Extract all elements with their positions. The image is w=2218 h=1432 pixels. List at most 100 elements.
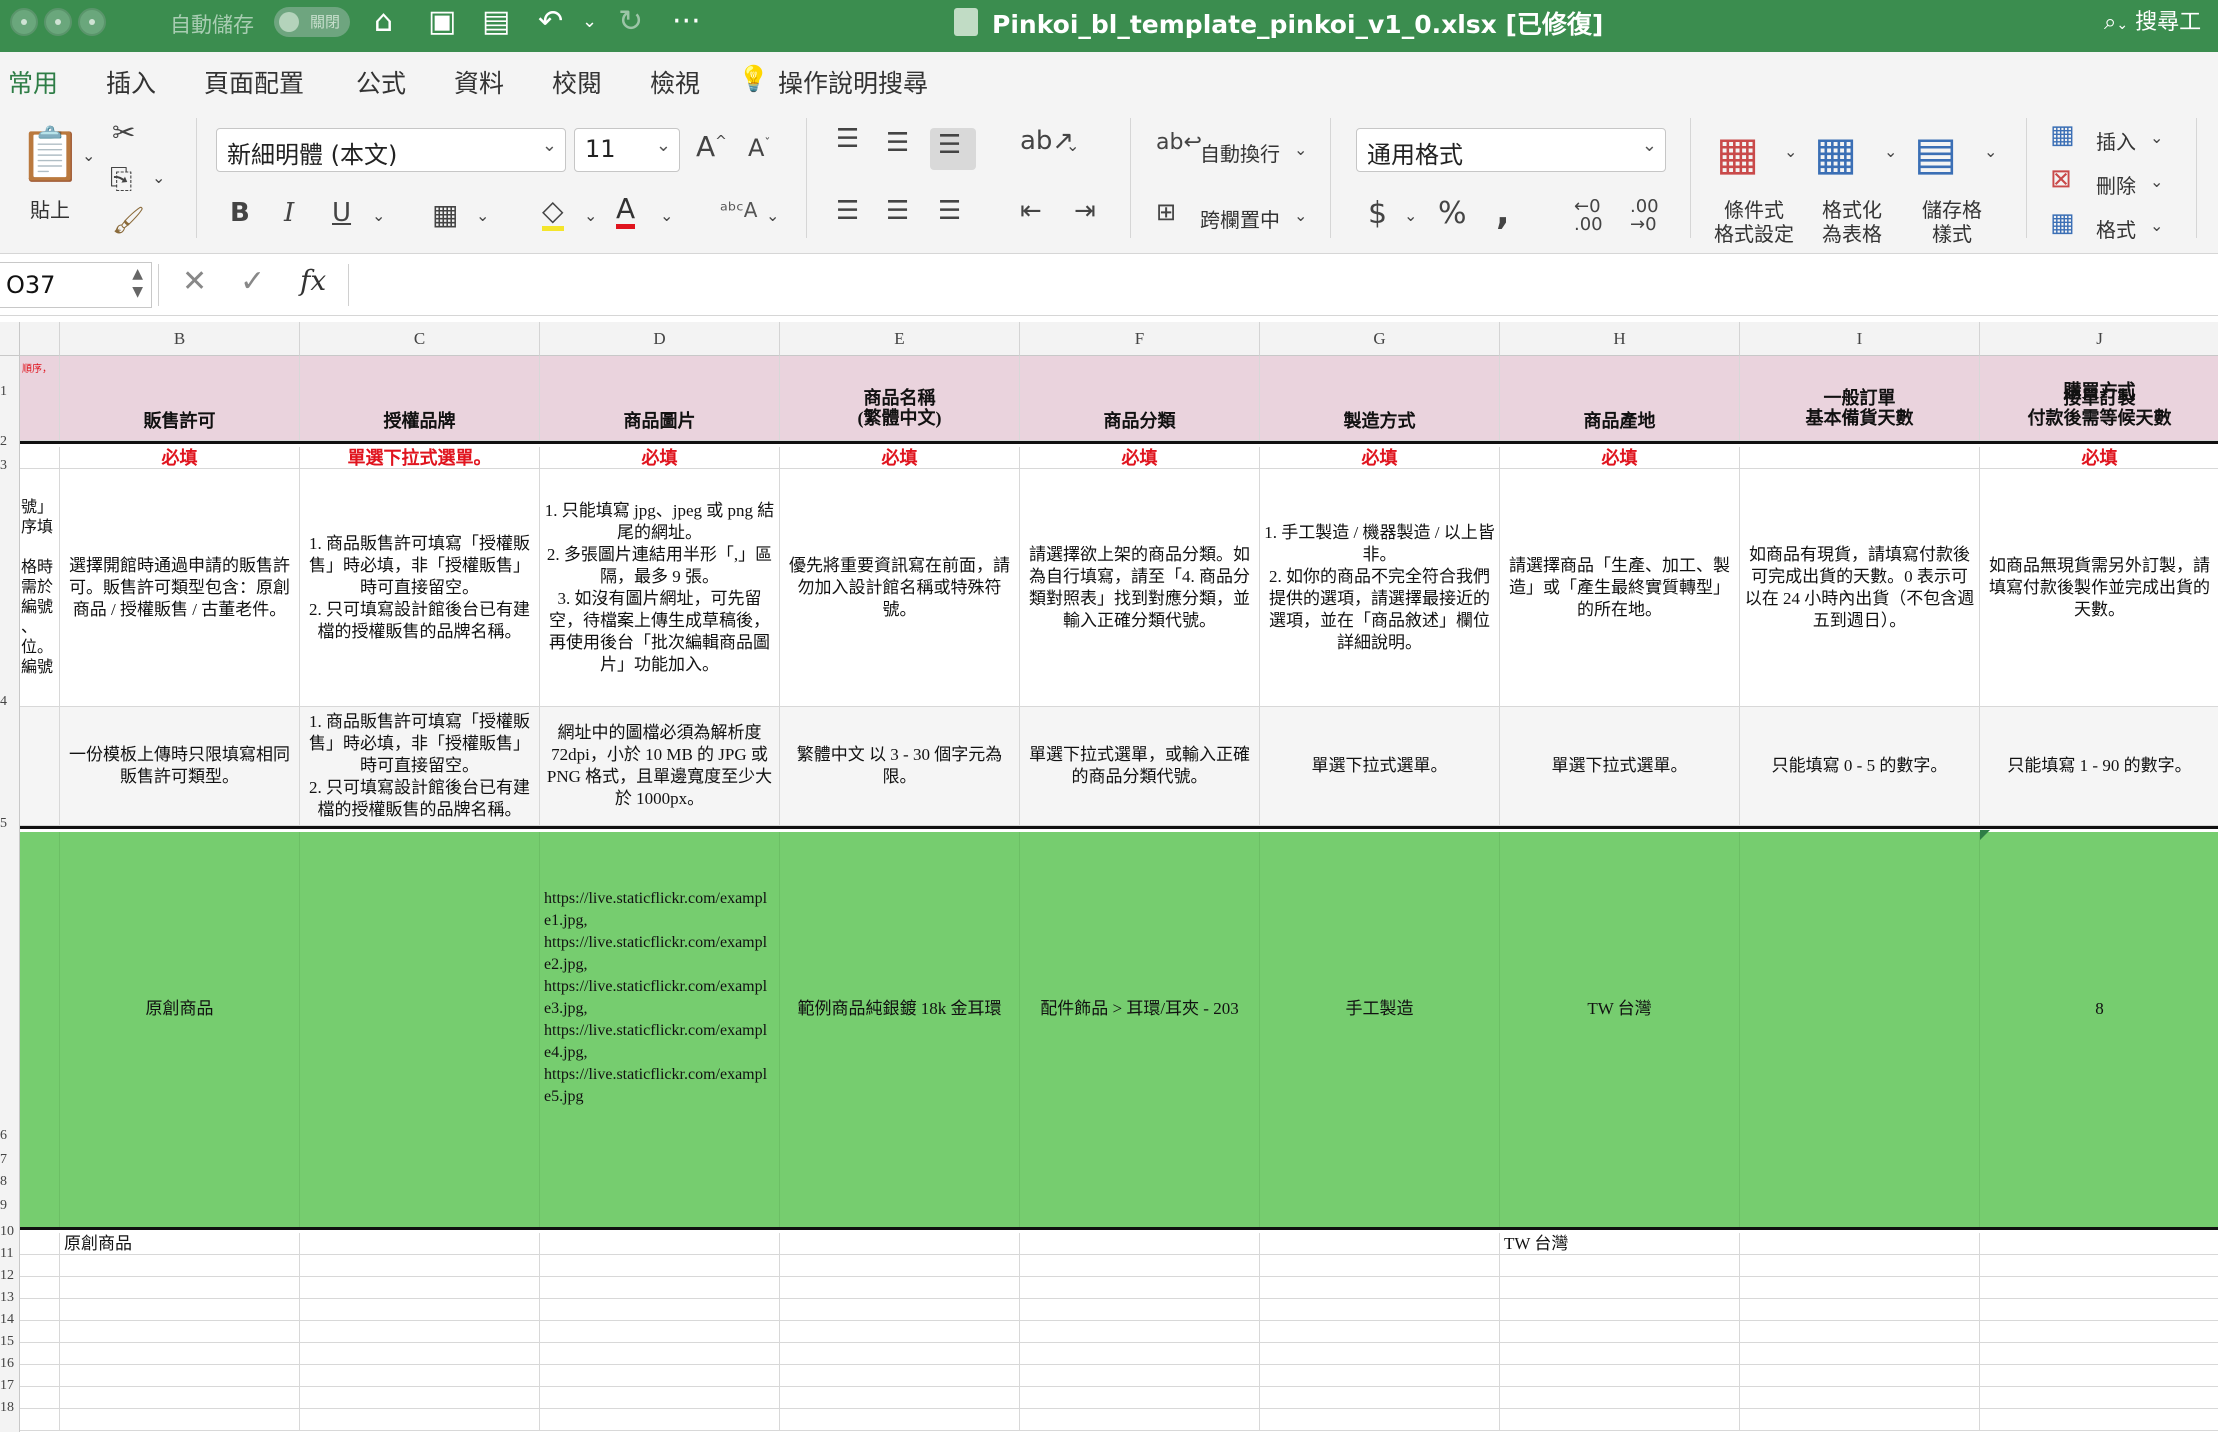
cell-b1[interactable] [60, 356, 300, 402]
column-header-e[interactable]: E [780, 322, 1020, 356]
cell-g10[interactable] [1260, 1233, 1500, 1255]
delete-cells-icon[interactable]: ⊠ [2050, 164, 2072, 194]
grid-cell[interactable] [1500, 1387, 1740, 1409]
grid-cell[interactable] [780, 1277, 1020, 1299]
cell-f2[interactable]: 商品分類 [1020, 402, 1260, 441]
conditional-formatting-label-2[interactable]: 格式設定 [1714, 218, 1794, 247]
increase-font-size-icon[interactable]: A^ [696, 130, 727, 163]
grid-cell[interactable] [300, 1387, 540, 1409]
cell-styles-label-2[interactable]: 樣式 [1932, 218, 1972, 247]
grid-cell[interactable] [20, 1299, 60, 1321]
cell-d5[interactable]: 網址中的圖檔必須為解析度 72dpi，小於 10 MB 的 JPG 或 PNG … [540, 707, 780, 826]
minimize-window-button[interactable] [44, 8, 72, 36]
cell-styles-icon[interactable]: ▤ [1914, 126, 1957, 180]
format-as-table-icon[interactable]: ▦ [1814, 126, 1857, 180]
name-box[interactable]: O37 ▲ ▼ [0, 262, 152, 308]
grid-cell[interactable] [300, 1255, 540, 1277]
cell-b5[interactable]: 一份模板上傳時只限填寫相同販售許可類型。 [60, 707, 300, 826]
grid-cell[interactable] [60, 1409, 300, 1431]
wrap-text-chevron-icon[interactable]: ⌄ [1294, 140, 1307, 159]
grid-cell[interactable] [540, 1321, 780, 1343]
insert-cells-chevron-icon[interactable]: ⌄ [2150, 128, 2163, 147]
grid-cell[interactable] [1020, 1321, 1260, 1343]
cell-b6[interactable]: 原創商品 [60, 832, 300, 1227]
cell-h5[interactable]: 單選下拉式選單。 [1500, 707, 1740, 826]
cut-icon[interactable]: ✂ [112, 116, 135, 149]
save-icon[interactable]: ▣ [428, 4, 456, 40]
row-number-5[interactable]: 5 [0, 816, 20, 832]
grid-cell[interactable] [20, 1321, 60, 1343]
grid-cell[interactable] [1740, 1387, 1980, 1409]
cell-d6[interactable]: https://live.staticflickr.com/exampl e1.… [540, 832, 780, 1227]
grid-cell[interactable] [1740, 1321, 1980, 1343]
cell-a2[interactable] [20, 402, 60, 441]
grid-cell[interactable] [1980, 1321, 2218, 1343]
increase-decimal-icon[interactable]: ←0.00 [1574, 198, 1603, 234]
grid-cell[interactable] [60, 1343, 300, 1365]
fill-color-chevron-icon[interactable]: ⌄ [584, 206, 597, 225]
cell-e2[interactable]: 商品名稱 (繁體中文) [780, 388, 1020, 441]
cell-d3[interactable]: 必填 [540, 447, 780, 469]
format-painter-icon[interactable]: 🖌 [112, 206, 145, 236]
row-number-8[interactable]: 8 [0, 1174, 20, 1190]
font-name-select[interactable]: 新細明體 (本文) ⌄ [216, 128, 566, 172]
cell-e3[interactable]: 必填 [780, 447, 1020, 469]
cell-d4[interactable]: 1. 只能填寫 jpg、jpeg 或 png 結尾的網址。 2. 多張圖片連結用… [540, 469, 780, 707]
more-options-icon[interactable]: ··· [672, 4, 701, 40]
grid-cell[interactable] [1740, 1299, 1980, 1321]
column-header-a[interactable] [20, 322, 60, 356]
row-number-7[interactable]: 7 [0, 1152, 20, 1168]
align-left-icon[interactable]: ☰ [836, 196, 859, 226]
align-middle-icon[interactable]: ☰ [886, 128, 909, 158]
cell-j5[interactable]: 只能填寫 1 - 90 的數字。 [1980, 707, 2218, 826]
copy-chevron-icon[interactable]: ⌄ [152, 168, 165, 187]
grid-cell[interactable] [60, 1387, 300, 1409]
comma-style-icon[interactable]: , [1496, 192, 1510, 233]
cell-h10[interactable]: TW 台灣 [1500, 1233, 1740, 1255]
format-as-table-label-2[interactable]: 為表格 [1822, 218, 1882, 247]
font-color-icon[interactable]: A [616, 194, 636, 229]
column-header-j[interactable]: J [1980, 322, 2218, 356]
currency-chevron-icon[interactable]: ⌄ [1404, 206, 1417, 225]
zoom-window-button[interactable] [78, 8, 106, 36]
grid-cell[interactable] [780, 1409, 1020, 1431]
cell-e10[interactable] [780, 1233, 1020, 1255]
grid-cell[interactable] [780, 1299, 1020, 1321]
cell-g1[interactable] [1260, 356, 1500, 402]
autosave-toggle[interactable]: 關閉 [274, 7, 350, 37]
grid-cell[interactable] [60, 1299, 300, 1321]
format-as-table-chevron-icon[interactable]: ⌄ [1884, 142, 1897, 161]
phonetic-guide-icon[interactable]: ᵃᵇᶜA [720, 198, 757, 222]
cell-j3[interactable]: 必填 [1980, 447, 2218, 469]
cell-i3[interactable] [1740, 447, 1980, 469]
cell-j4[interactable]: 如商品無現貨需另外訂製，請填寫付款後製作並完成出貨的天數。 [1980, 469, 2218, 707]
cell-i5[interactable]: 只能填寫 0 - 5 的數字。 [1740, 707, 1980, 826]
cell-i2[interactable]: 一般訂單 基本備貨天數 [1740, 388, 1980, 441]
font-size-select[interactable]: 11 ⌄ [574, 128, 680, 172]
cell-g2[interactable]: 製造方式 [1260, 402, 1500, 441]
phonetic-chevron-icon[interactable]: ⌄ [766, 206, 779, 225]
font-color-chevron-icon[interactable]: ⌄ [660, 206, 673, 225]
insert-function-icon[interactable]: fx [300, 264, 326, 297]
grid-cell[interactable] [540, 1365, 780, 1387]
cell-b3[interactable]: 必填 [60, 447, 300, 469]
grid-cell[interactable] [780, 1365, 1020, 1387]
column-header-c[interactable]: C [300, 322, 540, 356]
cell-c2[interactable]: 授權品牌 [300, 402, 540, 441]
column-header-b[interactable]: B [60, 322, 300, 356]
cell-f10[interactable] [1020, 1233, 1260, 1255]
search-box[interactable]: ⌕⌄ 搜尋工 [2104, 4, 2218, 42]
row-number-6[interactable]: 6 [0, 1128, 20, 1144]
tab-formulas[interactable]: 公式 [356, 64, 406, 100]
italic-icon[interactable]: I [284, 198, 294, 228]
cell-e4[interactable]: 優先將重要資訊寫在前面，請勿加入設計館名稱或特殊符號。 [780, 469, 1020, 707]
row-number-15[interactable]: 15 [0, 1334, 20, 1350]
cancel-entry-icon[interactable]: ✕ [182, 264, 207, 299]
row-number-13[interactable]: 13 [0, 1290, 20, 1306]
align-top-icon[interactable]: ☰ [836, 124, 859, 154]
grid-cell[interactable] [20, 1365, 60, 1387]
cell-j10[interactable] [1980, 1233, 2218, 1255]
format-cells-icon[interactable]: ▦ [2050, 208, 2075, 238]
wrap-text-button[interactable]: 自動換行 [1200, 138, 1280, 167]
cell-h3[interactable]: 必填 [1500, 447, 1740, 469]
